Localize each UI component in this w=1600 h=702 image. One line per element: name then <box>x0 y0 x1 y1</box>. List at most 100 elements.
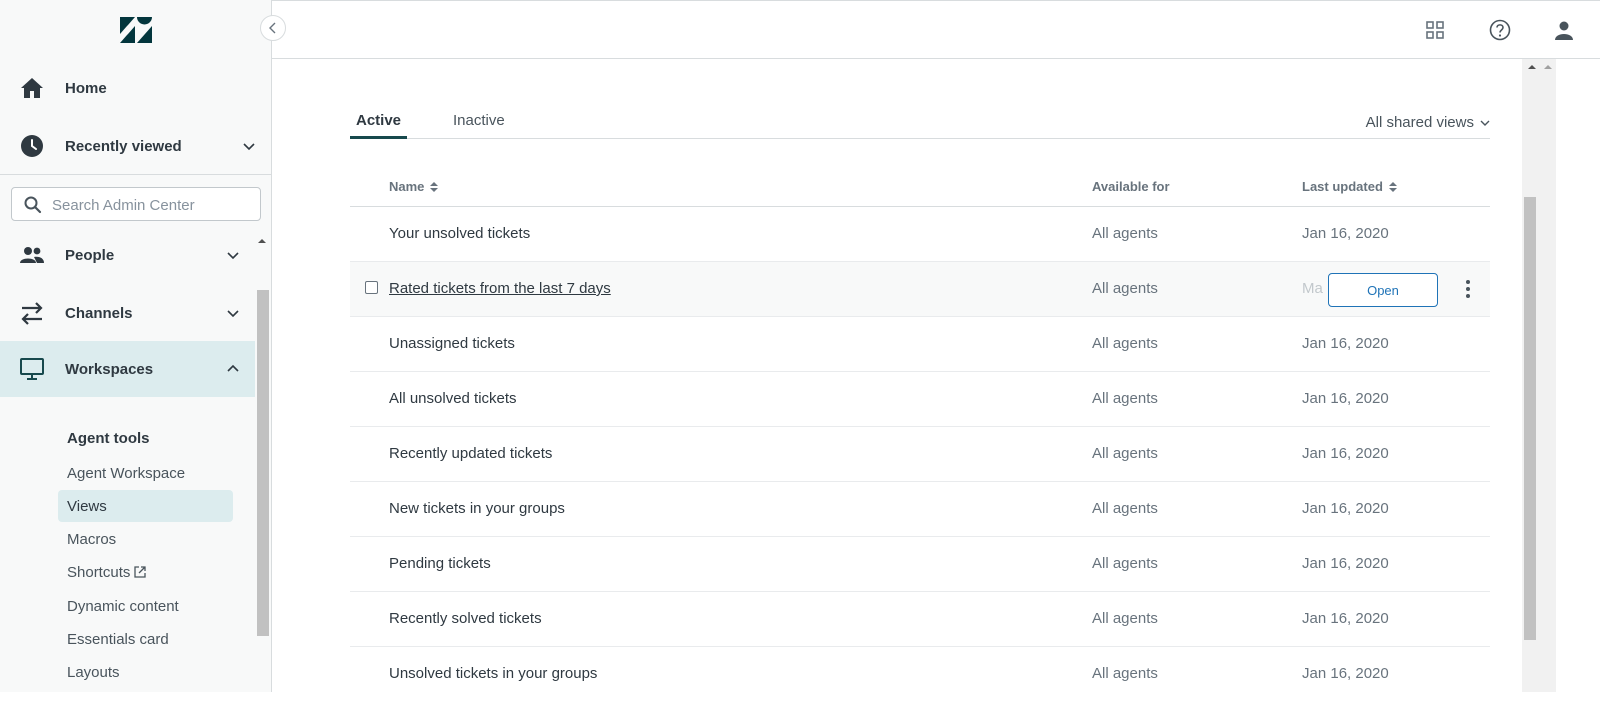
sub-item-label: Essentials card <box>67 630 169 648</box>
main-scrollbar-thumb[interactable] <box>1524 197 1536 640</box>
chevron-down-icon[interactable] <box>242 139 256 153</box>
view-last-updated: Jan 16, 2020 <box>1302 335 1389 352</box>
view-availability: All agents <box>1092 390 1158 407</box>
table-row[interactable]: Recently updated tickets All agents Jan … <box>350 427 1490 482</box>
sub-item-shortcuts[interactable]: Shortcuts <box>58 556 233 588</box>
chevron-down-icon[interactable] <box>226 248 240 262</box>
chevron-up-icon[interactable] <box>226 362 240 376</box>
view-name[interactable]: Recently updated tickets <box>389 445 552 462</box>
view-availability: All agents <box>1092 555 1158 572</box>
sub-item-dynamic-content[interactable]: Dynamic content <box>58 590 233 622</box>
shared-views-dropdown[interactable]: All shared views <box>1366 114 1490 131</box>
scroll-up-arrow-icon[interactable] <box>257 236 267 246</box>
search-box[interactable] <box>11 187 261 221</box>
nav-recently-viewed[interactable]: Recently viewed <box>0 118 272 174</box>
nav-workspaces-label: Workspaces <box>65 360 154 378</box>
sidebar-scrollbar[interactable] <box>257 290 269 636</box>
views-tabs: Active Inactive All shared views <box>350 110 1490 139</box>
scroll-up-arrow-icon[interactable] <box>1543 63 1553 71</box>
section-heading-agent-tools: Agent tools <box>67 430 150 447</box>
nav-channels[interactable]: Channels <box>0 285 272 341</box>
search-icon <box>24 196 42 214</box>
view-availability: All agents <box>1092 445 1158 462</box>
open-button[interactable]: Open <box>1328 273 1438 307</box>
nav-channels-label: Channels <box>65 304 133 322</box>
view-last-updated: Jan 16, 2020 <box>1302 445 1389 462</box>
tab-inactive[interactable]: Inactive <box>447 112 511 139</box>
clock-icon <box>21 135 43 157</box>
view-last-updated: Jan 16, 2020 <box>1302 390 1389 407</box>
sub-item-label: Dynamic content <box>67 597 179 615</box>
sub-item-label: Macros <box>67 530 117 548</box>
nav-workspaces[interactable]: Workspaces <box>0 341 255 397</box>
chevron-down-icon <box>1480 120 1490 126</box>
top-bar <box>272 0 1600 59</box>
nav-home-label: Home <box>65 79 107 97</box>
external-link-icon <box>134 566 147 578</box>
tab-active[interactable]: Active <box>350 112 408 139</box>
table-row[interactable]: Recently solved tickets All agents Jan 1… <box>350 592 1490 647</box>
table-row[interactable]: Unassigned tickets All agents Jan 16, 20… <box>350 317 1490 372</box>
sidebar-divider <box>0 174 272 175</box>
table-row[interactable]: Unsolved tickets in your groups All agen… <box>350 647 1490 702</box>
view-availability: All agents <box>1092 225 1158 242</box>
view-last-updated: Ma <box>1302 280 1323 297</box>
table-row[interactable]: Your unsolved tickets All agents Jan 16,… <box>350 207 1490 262</box>
more-options-icon[interactable] <box>1458 277 1478 301</box>
view-name[interactable]: Rated tickets from the last 7 days <box>389 280 611 297</box>
table-row[interactable]: Pending tickets All agents Jan 16, 2020 <box>350 537 1490 592</box>
scroll-up-arrow-icon[interactable] <box>1527 63 1537 71</box>
sub-item-label: Agent Workspace <box>67 464 186 482</box>
table-row[interactable]: New tickets in your groups All agents Ja… <box>350 482 1490 537</box>
column-header-name[interactable]: Name <box>389 179 439 194</box>
apps-grid-icon[interactable] <box>1424 19 1446 41</box>
view-availability: All agents <box>1092 665 1158 682</box>
sub-item-label: Views <box>67 497 107 515</box>
view-availability: All agents <box>1092 500 1158 517</box>
user-profile-icon[interactable] <box>1553 19 1575 41</box>
nav-home[interactable]: Home <box>0 60 272 116</box>
sub-item-layouts[interactable]: Layouts <box>58 656 233 688</box>
shared-views-label: All shared views <box>1365 114 1474 131</box>
column-header-label: Available for <box>1092 179 1170 194</box>
view-last-updated: Jan 16, 2020 <box>1302 225 1389 242</box>
sub-item-views[interactable]: Views <box>58 490 233 522</box>
view-last-updated: Jan 16, 2020 <box>1302 500 1389 517</box>
arrows-swap-icon <box>21 302 43 325</box>
view-name[interactable]: Unassigned tickets <box>389 335 515 352</box>
sub-item-agent-workspace[interactable]: Agent Workspace <box>58 457 233 489</box>
column-header-available: Available for <box>1092 179 1170 194</box>
monitor-icon <box>20 358 44 380</box>
view-name[interactable]: Your unsolved tickets <box>389 225 530 242</box>
table-row[interactable]: All unsolved tickets All agents Jan 16, … <box>350 372 1490 427</box>
view-name[interactable]: New tickets in your groups <box>389 500 565 517</box>
table-header: Name Available for Last updated <box>350 166 1490 207</box>
column-header-updated[interactable]: Last updated <box>1302 179 1398 194</box>
view-name[interactable]: Pending tickets <box>389 555 491 572</box>
view-availability: All agents <box>1092 280 1158 297</box>
sub-item-label: Shortcuts <box>67 563 131 581</box>
sort-icon <box>1388 181 1397 192</box>
chevron-down-icon[interactable] <box>226 306 240 320</box>
view-name[interactable]: Recently solved tickets <box>389 610 542 627</box>
view-name[interactable]: Unsolved tickets in your groups <box>389 665 597 682</box>
search-input[interactable] <box>52 194 252 216</box>
collapse-sidebar-button[interactable] <box>260 15 286 41</box>
view-last-updated: Jan 16, 2020 <box>1302 610 1389 627</box>
home-icon <box>21 78 43 98</box>
help-icon[interactable] <box>1489 19 1511 41</box>
sub-item-essentials-card[interactable]: Essentials card <box>58 623 233 655</box>
table-row[interactable]: Rated tickets from the last 7 days All a… <box>350 262 1490 317</box>
chevron-left-icon <box>269 22 276 34</box>
row-checkbox[interactable] <box>365 281 378 294</box>
nav-people[interactable]: People <box>0 227 272 283</box>
view-last-updated: Jan 16, 2020 <box>1302 665 1389 682</box>
sidebar: Home Recently viewed People <box>0 0 272 692</box>
sub-item-macros[interactable]: Macros <box>58 523 233 555</box>
sort-icon <box>430 181 439 192</box>
sub-item-label: Layouts <box>67 663 120 681</box>
view-name[interactable]: All unsolved tickets <box>389 390 517 407</box>
nav-recently-viewed-label: Recently viewed <box>65 137 182 155</box>
zendesk-logo-icon[interactable] <box>120 17 152 43</box>
nav-people-label: People <box>65 246 115 264</box>
